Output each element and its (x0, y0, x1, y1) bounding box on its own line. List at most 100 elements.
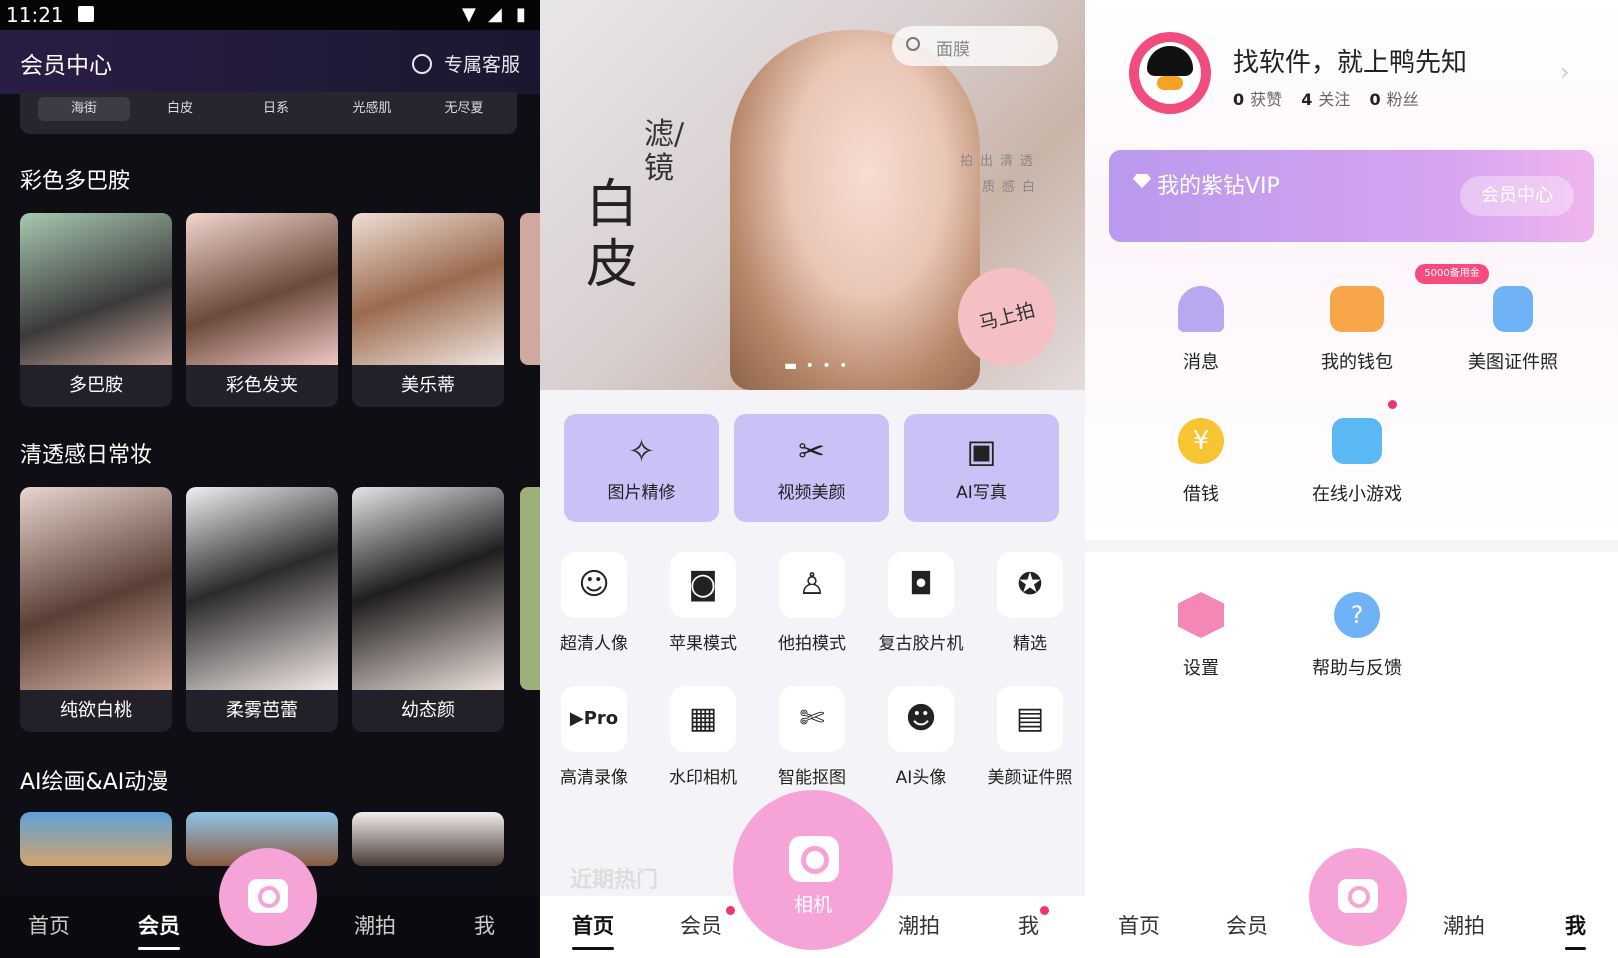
nav-member[interactable]: 会员 (680, 910, 722, 940)
gamepad-icon (1332, 418, 1382, 464)
tool-apple-mode[interactable]: ◙ 苹果模式 (653, 552, 753, 654)
card-label: 柔雾芭蕾 (226, 700, 298, 721)
tool-label: 智能抠图 (778, 768, 846, 788)
menu-help[interactable]: ? 帮助与反馈 (1287, 592, 1427, 680)
style-card[interactable]: 美乐蒂 (352, 213, 504, 407)
ai-photo-icon: ▣ (966, 432, 997, 470)
style-card[interactable]: 幼态颜 (352, 487, 504, 732)
tool-label: 美颜证件照 (987, 768, 1073, 788)
nav-member[interactable]: 会员 (1226, 910, 1268, 940)
menu-borrow[interactable]: ¥ 借钱 (1131, 418, 1271, 506)
video-beauty-button[interactable]: ✂ 视频美颜 (734, 414, 889, 522)
profile-panel: 找软件，就上鸭先知 0 获赞 4 关注 0 粉丝 › 我的紫钻VIP 会员中心 500… (1085, 0, 1618, 540)
pro-video-icon: ▶Pro (561, 686, 627, 752)
style-card[interactable] (20, 812, 172, 866)
tool-smart-cutout[interactable]: ✄ 智能抠图 (762, 686, 862, 788)
bell-icon (1178, 286, 1224, 332)
menu-id-photo[interactable]: 美图证件照 (1443, 286, 1583, 374)
stat-following[interactable]: 4 关注 (1301, 90, 1350, 109)
filter-tabs: 海街 白皮 日系 光感肌 无尽夏 (20, 92, 517, 134)
star-icon: ✪ (997, 552, 1063, 618)
ai-photo-button[interactable]: ▣ AI写真 (904, 414, 1059, 522)
tool-other-shoot[interactable]: ♙ 他拍模式 (762, 552, 862, 654)
member-center-screen: 11:21 ▼ ◢ ▮ 会员中心 专属客服 海街 白皮 日系 光感肌 无尽夏 彩… (0, 0, 540, 958)
card-image (20, 213, 172, 365)
card-peek (520, 213, 540, 365)
menu-label: 设置 (1183, 658, 1219, 679)
dress-icon: ♙ (779, 552, 845, 618)
style-card[interactable]: 彩色发夹 (186, 213, 338, 407)
service-button[interactable]: 专属客服 (411, 50, 520, 77)
filter-tab[interactable]: 无尽夏 (418, 97, 510, 121)
button-label: 图片精修 (607, 483, 676, 503)
member-center-button[interactable]: 会员中心 (1460, 176, 1574, 216)
tool-label: 精选 (1013, 634, 1047, 654)
stat-likes[interactable]: 0 获赞 (1233, 90, 1282, 109)
card-label: 彩色发夹 (226, 375, 298, 396)
tool-id-photo[interactable]: ▤ 美颜证件照 (980, 686, 1080, 788)
section-title: AI绘画&AI动漫 (20, 770, 169, 795)
banner-vertical-text: 滤/镜 (644, 117, 685, 186)
filter-tab[interactable]: 海街 (38, 97, 130, 121)
card-label: 美乐蒂 (401, 375, 455, 396)
photo-retouch-button[interactable]: ✧ 图片精修 (564, 414, 719, 522)
banner-portrait (730, 30, 980, 390)
nav-home[interactable]: 首页 (1118, 910, 1160, 940)
nav-trend[interactable]: 潮拍 (1443, 910, 1485, 940)
profile-stats: 0 获赞 4 关注 0 粉丝 (1233, 86, 1433, 110)
nav-trend[interactable]: 潮拍 (354, 910, 396, 940)
nav-home[interactable]: 首页 (28, 910, 70, 940)
menu-messages[interactable]: 消息 (1131, 286, 1271, 374)
tool-hd-video[interactable]: ▶Pro 高清录像 (544, 686, 644, 788)
stat-fans[interactable]: 0 粉丝 (1370, 90, 1419, 109)
tool-watermark-camera[interactable]: ▦ 水印相机 (653, 686, 753, 788)
card-label: 纯欲白桃 (60, 700, 132, 721)
notification-icon (78, 6, 94, 22)
search-bar[interactable]: 面膜 (892, 26, 1058, 66)
avatar[interactable] (1129, 32, 1211, 114)
tool-label: 他拍模式 (778, 634, 846, 654)
hot-section-title: 近期热门 (570, 868, 659, 893)
style-card[interactable] (352, 812, 504, 866)
tool-featured[interactable]: ✪ 精选 (980, 552, 1080, 654)
magic-wand-icon: ✧ (628, 432, 655, 470)
status-bar: 11:21 ▼ ◢ ▮ (0, 0, 540, 30)
wallet-badge: 5000备用金 (1415, 264, 1489, 284)
tool-label: AI头像 (895, 768, 947, 788)
signal-icon: ◢ (488, 4, 502, 25)
filter-tab[interactable]: 白皮 (134, 97, 226, 121)
filter-tab[interactable]: 日系 (230, 97, 322, 121)
nav-me[interactable]: 我 (1565, 910, 1586, 950)
style-card[interactable]: 纯欲白桃 (20, 487, 172, 732)
nav-me[interactable]: 我 (474, 910, 495, 940)
chevron-right-icon[interactable]: › (1560, 58, 1570, 86)
camera-button[interactable] (219, 848, 317, 946)
vip-card[interactable]: 我的紫钻VIP 会员中心 (1109, 150, 1594, 242)
style-card[interactable]: 多巴胺 (20, 213, 172, 407)
filter-tab[interactable]: 光感肌 (326, 97, 418, 121)
style-card[interactable]: 柔雾芭蕾 (186, 487, 338, 732)
nav-trend[interactable]: 潮拍 (898, 910, 940, 940)
nav-home[interactable]: 首页 (572, 910, 614, 950)
camera-icon (789, 836, 839, 882)
ai-avatar-icon: ☻ (888, 686, 954, 752)
camera-main-button[interactable]: 相机 (733, 790, 893, 950)
camera-button[interactable] (1309, 848, 1407, 946)
card-image (186, 487, 338, 690)
nav-member[interactable]: 会员 (138, 910, 180, 950)
tool-retro-film[interactable]: ◘ 复古胶片机 (871, 552, 971, 654)
menu-games[interactable]: 在线小游戏 (1287, 418, 1427, 506)
tool-hd-portrait[interactable]: ☺ 超清人像 (544, 552, 644, 654)
tool-ai-avatar[interactable]: ☻ AI头像 (871, 686, 971, 788)
menu-label: 在线小游戏 (1312, 484, 1402, 505)
notification-dot (1040, 906, 1049, 915)
promo-banner[interactable]: 面膜 白皮 滤/镜 拍出清透 质感白 马上拍 ▬ • • • (540, 0, 1085, 390)
vip-title: 我的紫钻VIP (1157, 174, 1280, 199)
menu-label: 美图证件照 (1468, 352, 1558, 373)
menu-settings[interactable]: 设置 (1131, 592, 1271, 680)
button-label: 视频美颜 (777, 483, 846, 503)
menu-label: 帮助与反馈 (1312, 658, 1402, 679)
nav-me[interactable]: 我 (1018, 910, 1039, 940)
menu-wallet[interactable]: 我的钱包 (1287, 286, 1427, 374)
stat-number: 0 (1369, 90, 1381, 109)
